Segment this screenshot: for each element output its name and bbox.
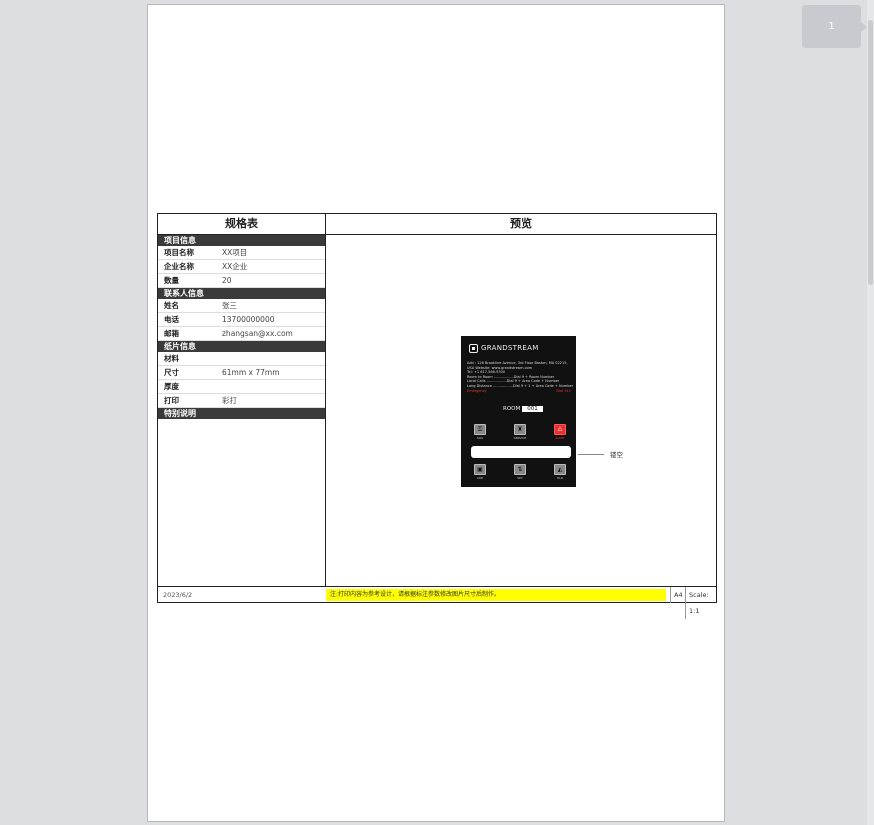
scrollbar-thumb[interactable]	[868, 20, 873, 285]
row-label: 材料	[164, 354, 179, 363]
sos-button: ⚿ SOS	[473, 424, 487, 440]
hld-button: ◭ HLD	[553, 464, 567, 480]
row-label: 数量	[164, 276, 179, 285]
button-label: SERVICE	[513, 436, 527, 440]
brand-logo: GRANDSTREAM	[469, 344, 569, 354]
table-row: 数量 20	[158, 274, 325, 288]
room-label: ROOM	[503, 406, 521, 412]
button-label: SOS	[476, 436, 484, 440]
table-row: 尺寸 61mm x 77mm	[158, 366, 325, 380]
section-header-notes: 特别说明	[158, 408, 325, 419]
table-row: 电话 13700000000	[158, 313, 325, 327]
row-value: XX项目	[222, 248, 248, 257]
page-badge-pointer	[861, 22, 867, 32]
table-row: 姓名 张三	[158, 299, 325, 313]
set-button: ⇅ SET	[513, 464, 527, 480]
section-header-card: 纸片信息	[158, 341, 325, 352]
row-label: 项目名称	[164, 248, 194, 257]
brand-name: GRANDSTREAM	[481, 344, 539, 352]
card-preview: GRANDSTREAM Add : 126 Brookline Avenue, …	[461, 336, 576, 487]
spec-table-title: 规格表	[158, 214, 325, 235]
alert-icon: ⚠	[554, 424, 566, 435]
service-button: ♜ SERVICE	[513, 424, 527, 440]
footer-note: 注:打印内容为参考设计，请根据标注参数修改图片尺寸后制作。	[326, 589, 666, 601]
row-label: 电话	[164, 315, 179, 324]
room-number: 001	[522, 406, 543, 412]
table-row: 企业名称 XX企业	[158, 260, 325, 274]
button-label: HLD	[556, 476, 564, 480]
alert-button: ⚠ ALERT	[553, 424, 567, 440]
table-row: 邮箱 zhangsan@xx.com	[158, 327, 325, 341]
sos-icon: ⚿	[474, 424, 486, 435]
spec-table: 规格表 项目信息 项目名称 XX项目 企业名称 XX企业 数量 20 联系人信息 姓名…	[158, 214, 326, 586]
section-header-project: 项目信息	[158, 235, 325, 246]
room-label-group: ROOM 001	[503, 406, 543, 412]
footer-paper-size: A4	[670, 587, 683, 603]
sheet-footer: 2023/6/2 注:打印内容为参考设计，请根据标注参数修改图片尺寸后制作。 A…	[158, 586, 716, 619]
button-label: CDE	[476, 476, 484, 480]
row-value: 61mm x 77mm	[222, 368, 280, 377]
preview-panel: 预览 GRANDSTREAM Add : 126 Brookline Avenu…	[326, 214, 716, 586]
row-value: 20	[222, 276, 232, 285]
row-value: 13700000000	[222, 315, 275, 324]
cutout-callout-label: 镂空	[610, 451, 623, 459]
cde-icon: ▣	[474, 464, 486, 475]
row-label: 企业名称	[164, 262, 194, 271]
row-label: 打印	[164, 396, 179, 405]
cutout-callout-line	[578, 454, 604, 455]
document-page: 规格表 项目信息 项目名称 XX项目 企业名称 XX企业 数量 20 联系人信息 姓名…	[147, 4, 725, 822]
preview-title: 预览	[326, 214, 716, 235]
button-label: SET	[517, 476, 523, 480]
table-row: 项目名称 XX项目	[158, 246, 325, 260]
table-row: 厚度	[158, 380, 325, 394]
emergency-dial: Dial 911	[556, 388, 571, 393]
row-value: zhangsan@xx.com	[222, 329, 293, 338]
table-row: 材料	[158, 352, 325, 366]
brand-logo-icon	[469, 344, 478, 353]
top-button-row: ⚿ SOS ♜ SERVICE ⚠ ALERT	[473, 424, 568, 444]
service-icon: ♜	[514, 424, 526, 435]
row-label: 厚度	[164, 382, 179, 391]
footer-scale: Scale: 1:1	[685, 587, 716, 619]
button-label: ALERT	[555, 436, 565, 440]
spec-sheet: 规格表 项目信息 项目名称 XX项目 企业名称 XX企业 数量 20 联系人信息 姓名…	[157, 213, 717, 619]
row-label: 邮箱	[164, 329, 179, 338]
cutout-area	[471, 446, 571, 458]
info-line: Add : 126 Brookline Avenue, 3rd Floor Bo…	[467, 361, 568, 365]
cde-button: ▣ CDE	[473, 464, 487, 480]
row-label: 尺寸	[164, 368, 179, 377]
row-value: 张三	[222, 301, 237, 310]
emergency-label: Emergency	[467, 388, 487, 393]
footer-date: 2023/6/2	[163, 591, 193, 599]
row-value: 彩打	[222, 396, 237, 405]
bottom-button-row: ▣ CDE ⇅ SET ◭ HLD	[473, 464, 568, 484]
table-row: 打印 彩打	[158, 394, 325, 408]
set-icon: ⇅	[514, 464, 526, 475]
section-header-contact: 联系人信息	[158, 288, 325, 299]
page-number-badge[interactable]: 1	[802, 5, 861, 48]
emergency-line: Emergency Dial 911	[467, 389, 571, 394]
page-number: 1	[828, 21, 835, 32]
row-value: XX企业	[222, 262, 248, 271]
hld-icon: ◭	[554, 464, 566, 475]
row-label: 姓名	[164, 301, 179, 310]
contact-info: Add : 126 Brookline Avenue, 3rd Floor Bo…	[467, 361, 573, 394]
